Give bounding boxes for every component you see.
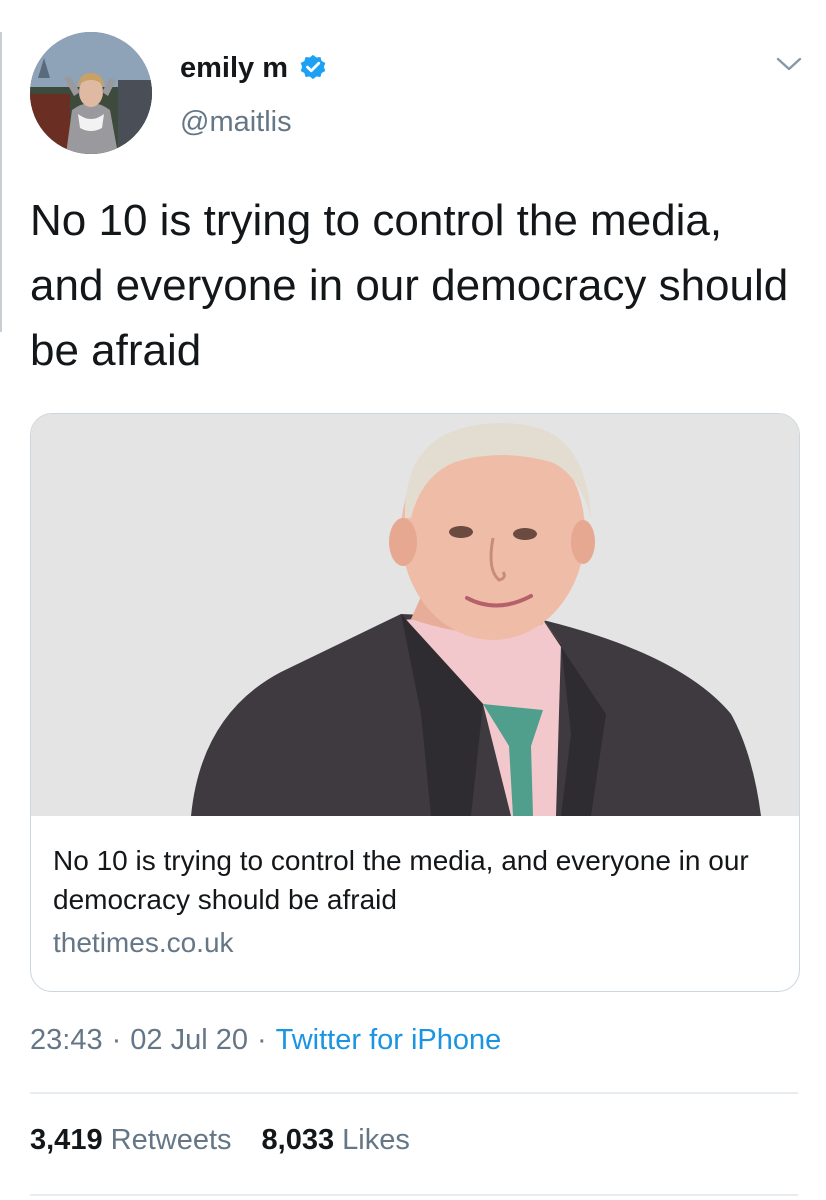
card-domain: thetimes.co.uk bbox=[53, 927, 234, 958]
card-image bbox=[31, 414, 799, 816]
tweet-date[interactable]: 02 Jul 20 bbox=[130, 1024, 248, 1056]
card-title: No 10 is trying to control the media, an… bbox=[53, 845, 749, 915]
avatar[interactable] bbox=[30, 32, 152, 154]
link-card[interactable]: No 10 is trying to control the media, an… bbox=[30, 413, 800, 992]
name-row: emily m bbox=[180, 50, 328, 86]
tweet-source[interactable]: Twitter for iPhone bbox=[276, 1024, 502, 1056]
meta-separator: · bbox=[111, 1024, 122, 1056]
tweet-stats: 3,419 Retweets 8,033 Likes bbox=[30, 1124, 410, 1157]
tweet-metadata: 23:43 · 02 Jul 20 · Twitter for iPhone bbox=[30, 1024, 501, 1057]
verified-badge-icon bbox=[298, 53, 328, 83]
retweets-label: Retweets bbox=[110, 1124, 232, 1156]
display-name[interactable]: emily m bbox=[180, 52, 288, 85]
meta-separator: · bbox=[256, 1024, 267, 1056]
divider bbox=[30, 1194, 798, 1196]
retweets-count: 3,419 bbox=[30, 1124, 103, 1156]
tweet-time[interactable]: 23:43 bbox=[30, 1024, 103, 1056]
chevron-down-icon[interactable] bbox=[774, 52, 804, 76]
tweet: emily m @maitlis No 10 is trying to cont… bbox=[0, 0, 826, 1200]
retweets-stat[interactable]: 3,419 Retweets bbox=[30, 1124, 232, 1156]
likes-count: 8,033 bbox=[261, 1124, 335, 1156]
divider bbox=[30, 1092, 798, 1094]
handle[interactable]: @maitlis bbox=[180, 106, 292, 139]
likes-stat[interactable]: 8,033 Likes bbox=[262, 1124, 410, 1156]
likes-label: Likes bbox=[342, 1124, 410, 1156]
tweet-text: No 10 is trying to control the media, an… bbox=[30, 196, 789, 375]
